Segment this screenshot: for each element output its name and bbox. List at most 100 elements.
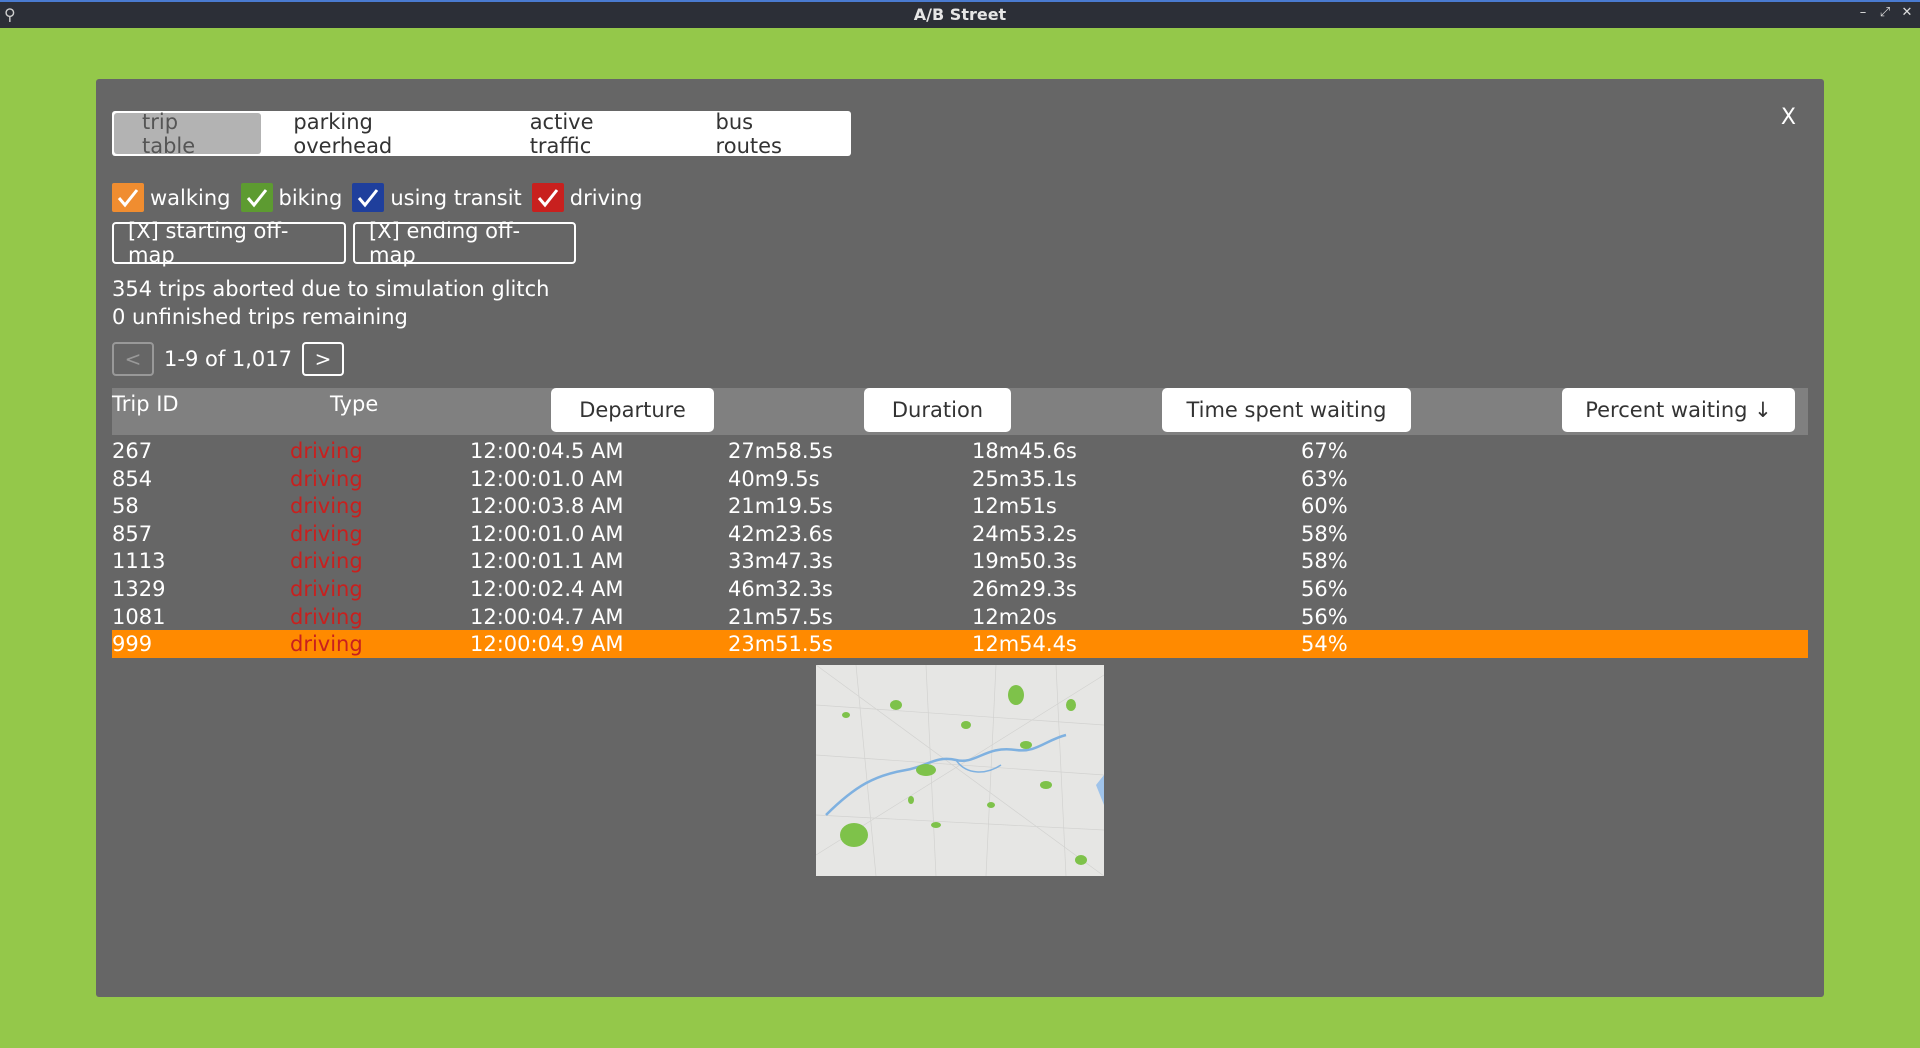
table-row[interactable]: 1113 driving 12:00:01.1 AM 33m47.3s 19m50.3s… xyxy=(112,547,1808,575)
checkmark-icon xyxy=(117,188,139,207)
cell-duration: 21m57.5s xyxy=(728,604,833,629)
cell-duration: 33m47.3s xyxy=(728,549,833,574)
tab-trip-table[interactable]: trip table xyxy=(114,111,262,156)
cell-duration: 46m32.3s xyxy=(728,576,833,601)
cell-duration: 27m58.5s xyxy=(728,439,833,463)
cell-trip-id: 999 xyxy=(112,632,153,657)
cell-time-waiting: 26m29.3s xyxy=(972,576,1077,601)
table-row[interactable]: 1081 driving 12:00:04.7 AM 21m57.5s 12m20s 56… xyxy=(112,603,1808,631)
cell-trip-id: 854 xyxy=(112,466,153,491)
table-row[interactable]: 857 driving 12:00:01.0 AM 42m23.6s 24m53.2s 5… xyxy=(112,520,1808,548)
cell-type: driving xyxy=(290,466,363,491)
window-title: A/B Street xyxy=(913,5,1007,24)
sort-duration-button[interactable]: Duration xyxy=(864,388,1011,432)
cell-departure: 12:00:04.5 AM xyxy=(470,439,624,463)
filter-driving[interactable]: driving xyxy=(531,183,643,212)
mode-filters: walking biking using transit driving xyxy=(112,183,653,212)
col-trip-id: Trip ID xyxy=(112,392,179,416)
sort-time-waiting-button[interactable]: Time spent waiting xyxy=(1162,388,1411,432)
checkmark-icon xyxy=(358,188,379,207)
cell-departure: 12:00:01.0 AM xyxy=(470,521,624,546)
minimize-icon[interactable]: – xyxy=(1854,5,1872,20)
next-page-button[interactable]: > xyxy=(302,342,345,376)
cell-departure: 12:00:03.8 AM xyxy=(470,494,624,519)
cell-percent-waiting: 63% xyxy=(1301,466,1348,491)
cell-type: driving xyxy=(290,549,363,574)
cell-departure: 12:00:04.7 AM xyxy=(470,604,624,629)
close-panel-button[interactable]: X xyxy=(1781,105,1796,130)
sort-percent-waiting-button[interactable]: Percent waiting ↓ xyxy=(1562,388,1795,432)
sort-departure-button[interactable]: Departure xyxy=(551,388,714,432)
checkmark-icon xyxy=(537,188,558,207)
tab-parking-overhead[interactable]: parking overhead xyxy=(263,111,499,156)
cell-duration: 42m23.6s xyxy=(728,521,833,546)
tab-active-traffic[interactable]: active traffic xyxy=(500,111,686,156)
cell-duration: 21m19.5s xyxy=(728,494,833,519)
cell-duration: 40m9.5s xyxy=(728,466,820,491)
cell-departure: 12:00:01.0 AM xyxy=(470,466,624,491)
table-row[interactable]: 58 driving 12:00:03.8 AM 21m19.5s 12m51s 60% xyxy=(112,492,1808,520)
cell-time-waiting: 24m53.2s xyxy=(972,521,1077,546)
filter-label: walking xyxy=(150,185,231,210)
aborted-trips-text: 354 trips aborted due to simulation glit… xyxy=(112,277,550,301)
cell-percent-waiting: 58% xyxy=(1301,549,1348,574)
trip-table: Trip ID Type Departure Duration Time spe… xyxy=(112,388,1808,658)
ending-offmap-toggle[interactable]: [X] ending off-map xyxy=(353,219,576,267)
city-map-image xyxy=(816,665,1104,876)
filter-biking[interactable]: biking xyxy=(240,183,342,212)
filter-label: driving xyxy=(569,185,643,210)
table-body: 267 driving 12:00:04.5 AM 27m58.5s 18m45.6s 6… xyxy=(112,437,1808,658)
cell-percent-waiting: 56% xyxy=(1301,576,1348,601)
cell-departure: 12:00:02.4 AM xyxy=(470,576,624,601)
maximize-icon[interactable]: ⤢ xyxy=(1876,5,1894,20)
cell-type: driving xyxy=(290,494,363,519)
col-type: Type xyxy=(330,392,379,416)
cell-type: driving xyxy=(290,521,363,546)
trip-table-panel: X trip table parking overhead active tra… xyxy=(96,79,1824,997)
cell-type: driving xyxy=(290,439,363,463)
table-row[interactable]: 267 driving 12:00:04.5 AM 27m58.5s 18m45.6s 6… xyxy=(112,437,1808,465)
cell-trip-id: 1329 xyxy=(112,576,166,601)
filter-label: using transit xyxy=(390,185,522,210)
table-row[interactable]: 854 driving 12:00:01.0 AM 40m9.5s 25m35.1s 63… xyxy=(112,465,1808,493)
filter-using-transit[interactable]: using transit xyxy=(352,183,522,212)
table-row[interactable]: 1329 driving 12:00:02.4 AM 46m32.3s 26m29.3s… xyxy=(112,575,1808,603)
cell-type: driving xyxy=(290,604,363,629)
cell-departure: 12:00:04.9 AM xyxy=(470,632,624,657)
cell-trip-id: 267 xyxy=(112,439,153,463)
cell-type: driving xyxy=(290,576,363,601)
cell-time-waiting: 12m20s xyxy=(972,604,1057,629)
cell-departure: 12:00:01.1 AM xyxy=(470,549,624,574)
walking-checkbox[interactable] xyxy=(112,183,144,212)
cell-trip-id: 1113 xyxy=(112,549,166,574)
close-window-icon[interactable]: ✕ xyxy=(1898,5,1916,20)
cell-time-waiting: 18m45.6s xyxy=(972,439,1077,463)
cell-type: driving xyxy=(290,632,363,657)
cell-trip-id: 1081 xyxy=(112,604,166,629)
starting-offmap-toggle[interactable]: [X] starting off-map xyxy=(112,219,346,267)
minimap[interactable] xyxy=(816,665,1104,876)
cell-time-waiting: 12m51s xyxy=(972,494,1057,519)
cell-percent-waiting: 58% xyxy=(1301,521,1348,546)
table-header: Trip ID Type Departure Duration Time spe… xyxy=(112,388,1808,435)
table-row[interactable]: 999 driving 12:00:04.9 AM 23m51.5s 12m54.4s 5… xyxy=(112,630,1808,658)
cell-trip-id: 58 xyxy=(112,494,139,519)
unfinished-trips-text: 0 unfinished trips remaining xyxy=(112,305,408,329)
prev-page-button[interactable]: < xyxy=(112,342,154,376)
transit-checkbox[interactable] xyxy=(352,183,385,212)
cell-time-waiting: 12m54.4s xyxy=(972,632,1077,657)
cell-percent-waiting: 67% xyxy=(1301,439,1348,463)
filter-walking[interactable]: walking xyxy=(112,183,231,212)
checkmark-icon xyxy=(246,188,267,207)
cell-duration: 23m51.5s xyxy=(728,632,833,657)
cell-trip-id: 857 xyxy=(112,521,153,546)
dashboard-tabs: trip table parking overhead active traff… xyxy=(112,111,851,156)
biking-checkbox[interactable] xyxy=(240,183,273,212)
cell-time-waiting: 25m35.1s xyxy=(972,466,1077,491)
cell-percent-waiting: 54% xyxy=(1301,632,1348,657)
tab-bus-routes[interactable]: bus routes xyxy=(686,111,851,156)
page-range: 1-9 of 1,017 xyxy=(164,347,293,371)
pagination: < 1-9 of 1,017 > xyxy=(112,342,345,376)
driving-checkbox[interactable] xyxy=(531,183,564,212)
window-titlebar: ⚲ A/B Street – ⤢ ✕ xyxy=(0,0,1920,28)
